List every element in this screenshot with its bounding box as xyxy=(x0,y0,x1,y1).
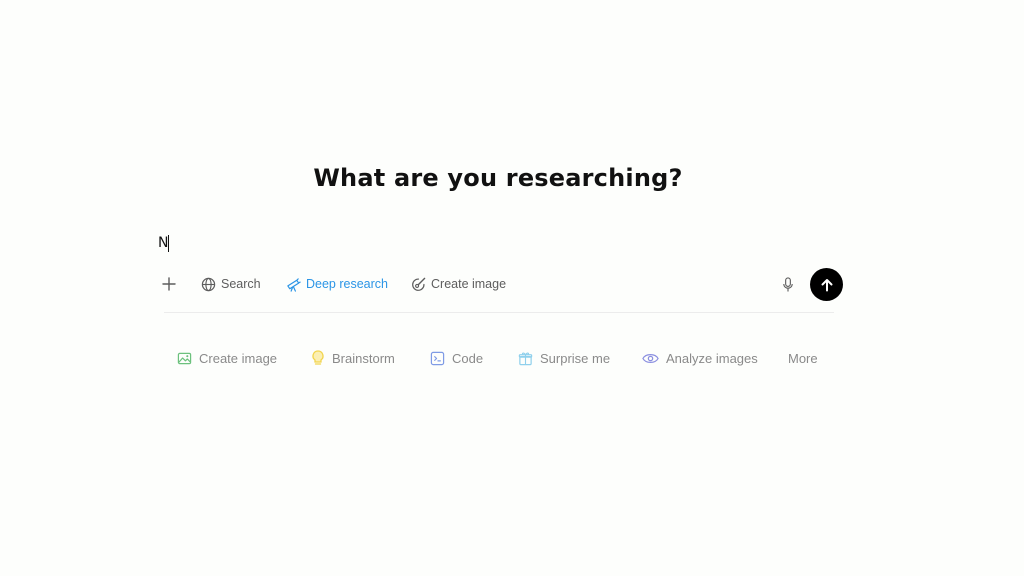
prompt-input-value[interactable]: N xyxy=(158,235,168,251)
suggestion-brainstorm[interactable]: Brainstorm xyxy=(311,346,395,370)
search-button[interactable]: Search xyxy=(201,268,261,300)
microphone-icon xyxy=(783,276,793,292)
suggestion-label: Surprise me xyxy=(540,350,611,366)
text-caret xyxy=(168,234,170,252)
suggestion-more[interactable]: More xyxy=(788,346,818,370)
attach-button[interactable] xyxy=(160,268,178,300)
suggestion-label: Create image xyxy=(199,350,278,366)
brush-icon xyxy=(412,277,426,291)
prompt-input[interactable]: N xyxy=(158,232,758,254)
deep-research-button[interactable]: Deep research xyxy=(286,268,388,300)
suggestion-label: Code xyxy=(452,350,484,366)
composer-toolbar: Search Deep research Create image xyxy=(150,268,850,301)
voice-input-button[interactable] xyxy=(780,268,796,300)
composer-divider xyxy=(164,312,834,313)
page-title: What are you researching? xyxy=(313,164,683,192)
suggestion-create-image[interactable]: Create image xyxy=(177,346,277,370)
suggestion-bar: Create image Brainstorm Code Surprise me xyxy=(0,346,1024,370)
suggestion-surprise-me[interactable]: Surprise me xyxy=(518,346,610,370)
lightbulb-icon xyxy=(312,350,324,365)
create-image-button[interactable]: Create image xyxy=(411,268,506,300)
globe-icon xyxy=(201,277,216,291)
telescope-icon xyxy=(287,277,301,292)
plus-icon xyxy=(162,277,176,291)
suggestion-analyze-images[interactable]: Analyze images xyxy=(642,346,758,370)
create-image-button-label: Create image xyxy=(431,277,507,291)
search-button-label: Search xyxy=(221,277,261,291)
send-button[interactable] xyxy=(810,268,843,301)
eye-icon xyxy=(642,353,659,363)
image-icon xyxy=(177,352,192,364)
suggestion-label: Brainstorm xyxy=(332,350,395,366)
gift-icon xyxy=(518,352,533,365)
code-icon xyxy=(430,351,445,365)
suggestion-code[interactable]: Code xyxy=(430,346,483,370)
page: What are you researching? N Search Deep … xyxy=(0,0,1024,576)
arrow-up-icon xyxy=(821,278,832,291)
deep-research-button-label: Deep research xyxy=(306,277,388,291)
composer: N Search Deep research Create image xyxy=(150,224,850,314)
suggestion-label: More xyxy=(788,350,818,366)
suggestion-label: Analyze images xyxy=(666,350,758,366)
